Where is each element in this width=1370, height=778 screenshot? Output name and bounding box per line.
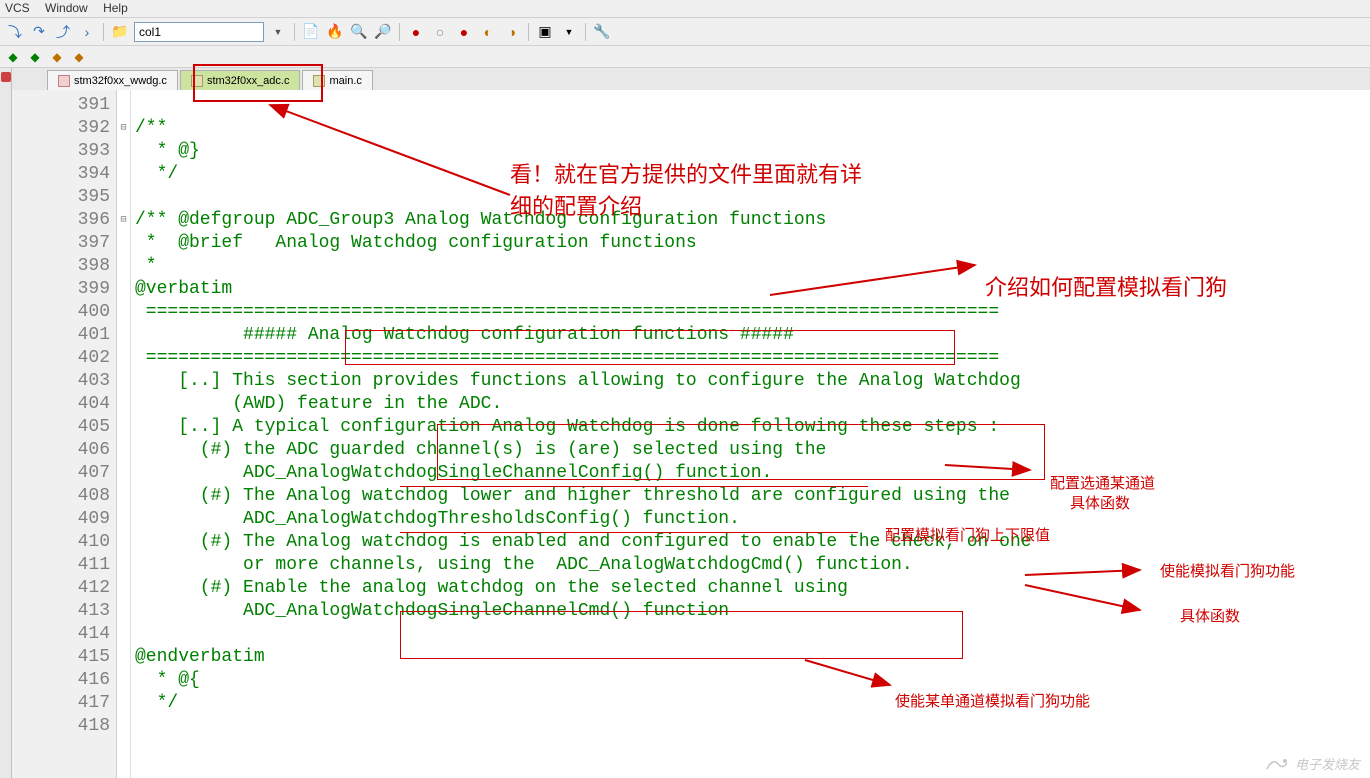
code-editor[interactable]: 3913923933943953963973983994004014024034… — [12, 90, 1370, 778]
toolbar-main: ⤵ ↷ ⤴ › 📁 ▼ 📄 🔥 🔍 🔎 ● ○ ● ◐ ◑ ▣ ▼ 🔧 — [0, 18, 1370, 46]
line-gutter: 3913923933943953963973983994004014024034… — [12, 90, 117, 778]
zoom2-icon[interactable]: 🔎 — [373, 22, 393, 42]
tab-label: stm32f0xx_adc.c — [207, 75, 290, 87]
tab-wwdg[interactable]: stm32f0xx_wwdg.c — [47, 70, 178, 90]
tool-b-icon[interactable]: 🔥 — [325, 22, 345, 42]
record-icon[interactable]: ● — [406, 22, 426, 42]
orange-diamond-icon[interactable]: ◆ — [49, 49, 65, 65]
editor-tabs: stm32f0xx_wwdg.c stm32f0xx_adc.c main.c — [12, 68, 1370, 90]
folder-icon[interactable]: 📁 — [110, 22, 130, 42]
tab-adc[interactable]: stm32f0xx_adc.c — [180, 70, 301, 90]
record3-icon[interactable]: ● — [454, 22, 474, 42]
toolbar-secondary: ◆ ◆ ◆ ◆ — [0, 46, 1370, 68]
orange-diamond2-icon[interactable]: ◆ — [71, 49, 87, 65]
left-sidebar — [0, 68, 12, 778]
record5-icon[interactable]: ◑ — [502, 22, 522, 42]
dropdown-icon[interactable]: ▼ — [268, 22, 288, 42]
step-out-icon[interactable]: ⤴ — [53, 22, 73, 42]
tab-main[interactable]: main.c — [302, 70, 372, 90]
green-diamond2-icon[interactable]: ◆ — [27, 49, 43, 65]
file-c-icon — [191, 75, 203, 87]
menu-window[interactable]: Window — [45, 1, 88, 15]
watermark: 电子发烧友 — [1265, 754, 1360, 773]
zoom-icon[interactable]: 🔍 — [349, 22, 369, 42]
file-c-icon — [58, 75, 70, 87]
sidebar-marker-icon[interactable] — [1, 72, 11, 82]
window-icon[interactable]: ▣ — [535, 22, 555, 42]
record2-icon[interactable]: ○ — [430, 22, 450, 42]
menu-vcs[interactable]: VCS — [5, 1, 30, 15]
menubar: VCS Window Help — [0, 0, 1370, 18]
watermark-text: 电子发烧友 — [1295, 754, 1360, 773]
tab-label: stm32f0xx_wwdg.c — [74, 75, 167, 87]
code-content[interactable]: /** * @} *//** @defgroup ADC_Group3 Anal… — [131, 90, 1370, 738]
menu-help[interactable]: Help — [103, 1, 128, 15]
tool-a-icon[interactable]: 📄 — [301, 22, 321, 42]
record4-icon[interactable]: ◐ — [478, 22, 498, 42]
dropdown2-icon[interactable]: ▼ — [559, 22, 579, 42]
file-c-icon — [313, 75, 325, 87]
step-over-icon[interactable]: ↷ — [29, 22, 49, 42]
fold-column: ⊟⊟ — [117, 90, 131, 778]
green-diamond-icon[interactable]: ◆ — [5, 49, 21, 65]
tab-label: main.c — [329, 75, 361, 87]
wrench-icon[interactable]: 🔧 — [592, 22, 612, 42]
watermark-logo-icon — [1265, 755, 1289, 773]
step-in-icon[interactable]: ⤵ — [5, 22, 25, 42]
arrow-icon[interactable]: › — [77, 22, 97, 42]
combo-input[interactable] — [134, 22, 264, 42]
